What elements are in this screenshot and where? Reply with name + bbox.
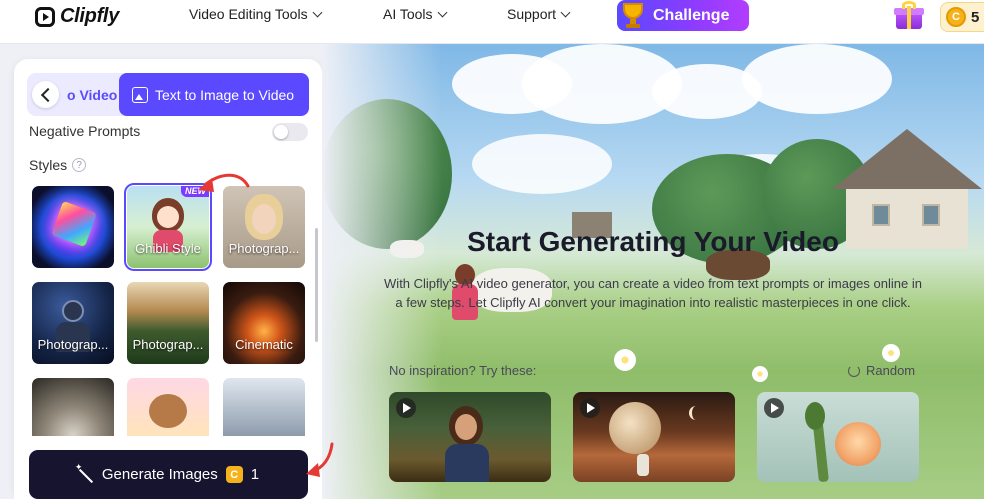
- magic-wand-icon: [75, 462, 94, 483]
- play-icon: [580, 398, 600, 418]
- help-icon[interactable]: ?: [72, 158, 87, 172]
- clipfly-logo[interactable]: Clipfly: [35, 5, 119, 28]
- nav-support[interactable]: Support: [507, 6, 571, 22]
- credits-count: 5: [971, 8, 980, 26]
- challenge-button[interactable]: Challenge: [617, 0, 749, 31]
- example-video-elf[interactable]: [389, 392, 551, 482]
- coin-icon: C: [946, 7, 966, 27]
- play-icon: [396, 398, 416, 418]
- credits-balance[interactable]: C 5: [940, 2, 984, 32]
- credit-icon: C: [225, 466, 243, 483]
- image-icon: [132, 86, 148, 103]
- style-card-cinematic[interactable]: Cinematic: [223, 282, 305, 364]
- negative-prompts-label: Negative Prompts: [29, 123, 141, 139]
- nav-label: Support: [507, 6, 557, 22]
- style-card-cube[interactable]: [32, 186, 114, 268]
- chevron-down-icon: [312, 7, 323, 17]
- play-icon: [764, 398, 784, 418]
- style-label: Photograp...: [228, 241, 300, 256]
- nav-label: AI Tools: [383, 6, 433, 22]
- style-label: Photograp...: [132, 337, 204, 352]
- style-card-photograph-landscape[interactable]: Photograp...: [127, 282, 209, 364]
- style-card-photograph-portrait[interactable]: Photograp...: [223, 186, 305, 268]
- tab-text-to-image-to-video[interactable]: Text to Image to Video: [119, 73, 309, 116]
- inspiration-label: No inspiration? Try these:: [389, 363, 537, 378]
- random-label: Random: [866, 363, 916, 378]
- mode-tabs: o Video Text to Image to Video: [27, 73, 309, 116]
- challenge-label: Challenge: [653, 6, 730, 24]
- nav-ai-tools[interactable]: AI Tools: [383, 6, 447, 22]
- hero-section: Start Generating Your Video With Clipfly…: [322, 44, 984, 499]
- chevron-left-icon[interactable]: [32, 81, 59, 108]
- trophy-icon: [617, 0, 651, 31]
- chevron-down-icon: [560, 7, 571, 17]
- generate-images-button[interactable]: Generate Images C 1: [29, 450, 308, 499]
- hero-description: With Clipfly's AI video generator, you c…: [384, 276, 922, 310]
- top-navigation-bar: Clipfly Video Editing Tools AI Tools Sup…: [0, 0, 984, 44]
- style-label: Cinematic: [235, 337, 293, 352]
- clipfly-logo-icon: [35, 6, 55, 27]
- styles-heading: Styles ?: [29, 157, 87, 173]
- style-label: Ghibli Style: [135, 241, 201, 256]
- nav-label: Video Editing Tools: [189, 6, 308, 22]
- negative-prompts-toggle[interactable]: [272, 123, 308, 141]
- generation-panel: o Video Text to Image to Video Negative …: [14, 59, 322, 499]
- refresh-icon: [848, 364, 860, 377]
- style-card-ghibli[interactable]: NEW Ghibli Style: [124, 183, 212, 271]
- random-button[interactable]: Random: [848, 363, 915, 378]
- generate-cost: 1: [250, 466, 260, 483]
- example-video-rose[interactable]: [757, 392, 919, 482]
- chevron-down-icon: [437, 7, 447, 17]
- styles-label: Styles: [29, 157, 68, 173]
- panel-scrollbar[interactable]: [315, 228, 318, 342]
- new-badge: NEW: [181, 186, 209, 197]
- gift-icon[interactable]: [894, 1, 924, 31]
- generate-label: Generate Images: [101, 466, 218, 483]
- tab-label: Text to Image to Video: [155, 86, 295, 103]
- nav-video-editing-tools[interactable]: Video Editing Tools: [189, 6, 323, 22]
- tab-image-to-video[interactable]: o Video: [67, 87, 117, 103]
- hero-title: Start Generating Your Video: [467, 226, 839, 257]
- example-video-space[interactable]: [573, 392, 735, 482]
- style-card-photograph-astronaut[interactable]: Photograp...: [32, 282, 114, 364]
- style-label: Photograp...: [37, 337, 109, 352]
- brand-name: Clipfly: [60, 5, 120, 27]
